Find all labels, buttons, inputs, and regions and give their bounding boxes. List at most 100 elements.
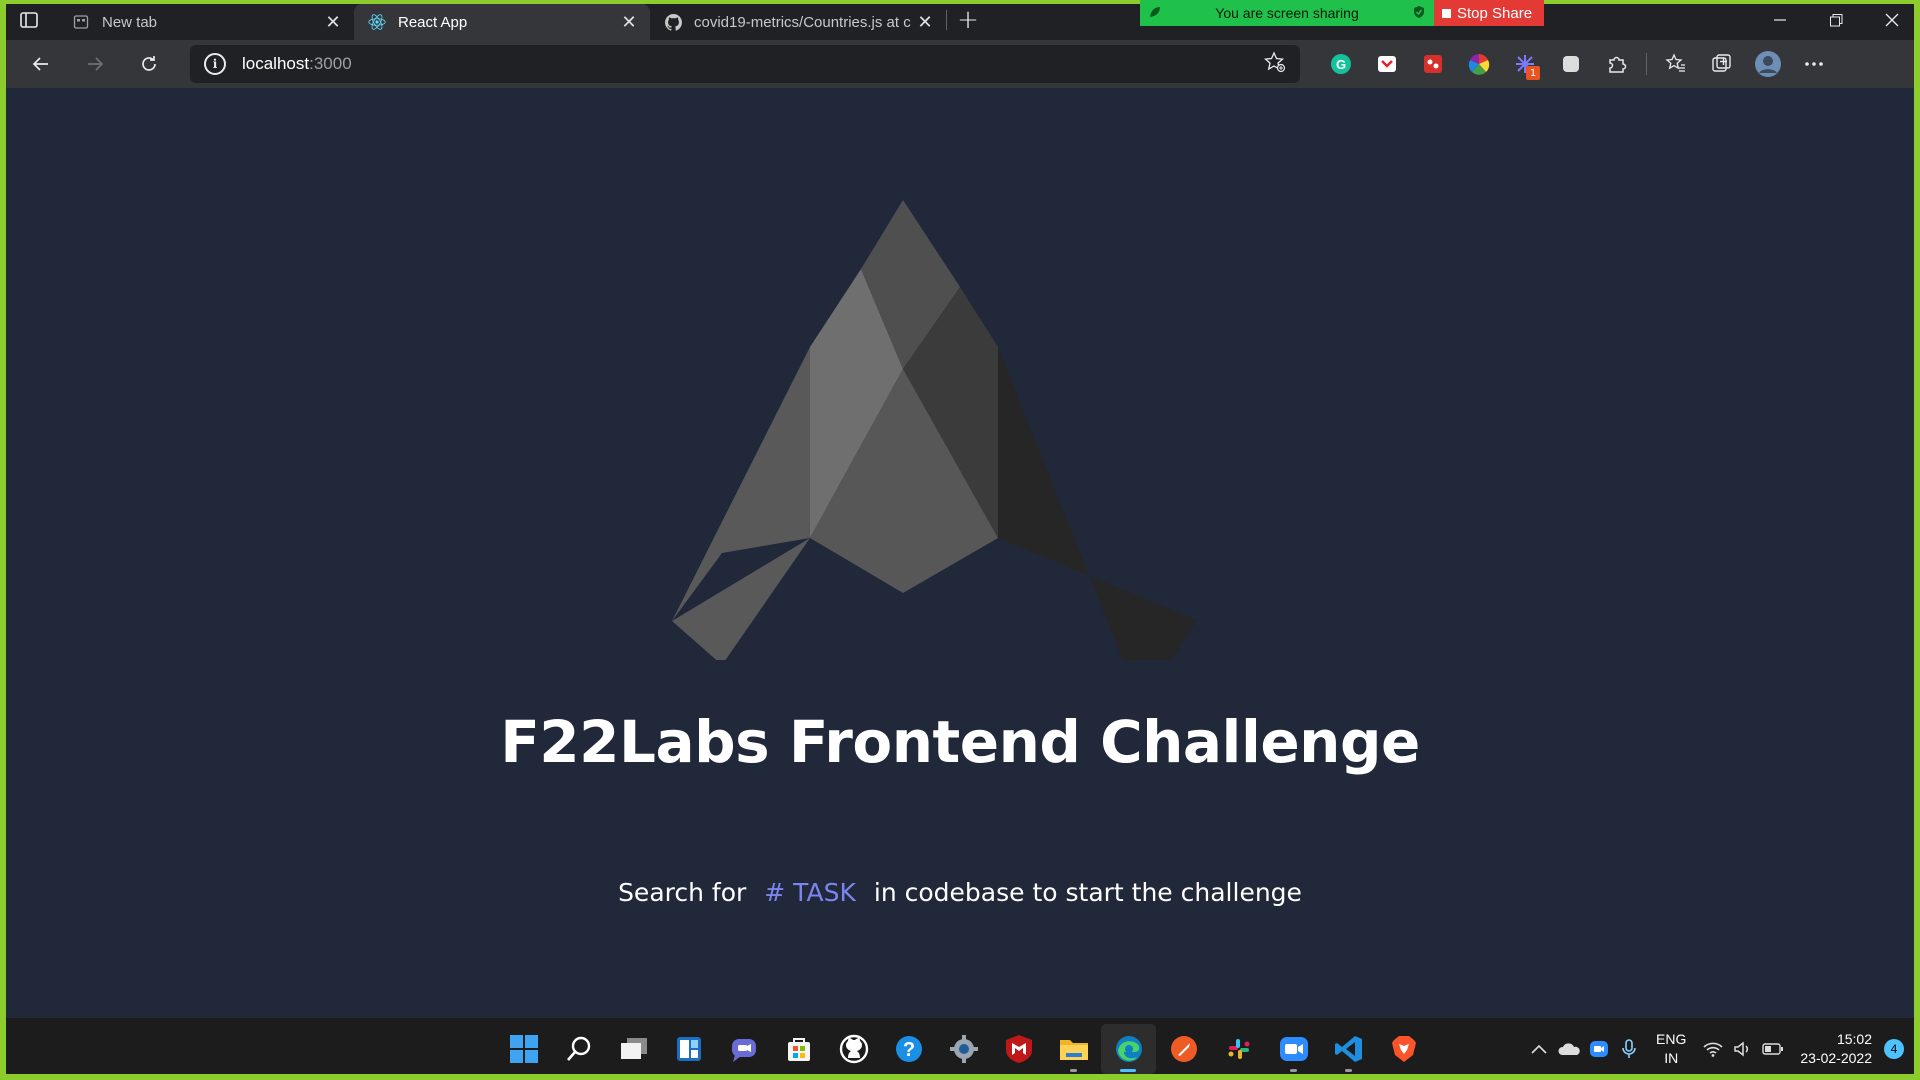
settings-icon[interactable] <box>936 1024 991 1074</box>
favorites-icon[interactable] <box>1653 44 1699 84</box>
f22labs-logo <box>672 200 1197 660</box>
svg-text:G: G <box>1336 57 1346 72</box>
screen-share-message: You are screen sharing <box>1215 5 1359 21</box>
stop-share-button[interactable]: Stop Share <box>1434 0 1544 26</box>
zoom-icon[interactable] <box>1266 1024 1321 1074</box>
site-info-icon[interactable]: i <box>204 53 226 75</box>
widgets-icon[interactable] <box>661 1024 716 1074</box>
brave-icon[interactable] <box>1376 1024 1431 1074</box>
refresh-button[interactable] <box>122 44 176 84</box>
chevron-up-icon[interactable] <box>1524 1034 1554 1064</box>
battery-icon[interactable] <box>1758 1034 1788 1064</box>
edge-icon[interactable] <box>1101 1024 1156 1074</box>
logo-facet <box>672 538 810 660</box>
postman-icon[interactable] <box>1156 1024 1211 1074</box>
page-title: F22Labs Frontend Challenge <box>500 708 1420 776</box>
github-icon <box>664 13 682 31</box>
forward-arrow-icon <box>88 57 104 71</box>
window-controls <box>1752 0 1920 40</box>
file-explorer-icon[interactable] <box>1046 1024 1101 1074</box>
minimize-icon[interactable] <box>1752 0 1808 40</box>
tab-actions-icon <box>20 12 38 28</box>
volume-icon[interactable] <box>1728 1034 1758 1064</box>
close-tab-icon[interactable]: ✕ <box>914 11 936 33</box>
system-tray: ENG IN 15:02 23-02-2022 4 <box>1524 1018 1920 1080</box>
subtitle-text-before: Search for <box>618 878 747 907</box>
pocket-icon[interactable] <box>1364 44 1410 84</box>
share-leaf-icon <box>1148 5 1162 22</box>
stop-share-label: Stop Share <box>1457 4 1533 22</box>
windows-taskbar: ? ENG IN 15:02 23-02-2022 4 <box>0 1018 1920 1080</box>
github-desktop-icon[interactable] <box>826 1024 881 1074</box>
teams-chat-icon[interactable] <box>716 1024 771 1074</box>
clock-time: 15:02 <box>1836 1031 1872 1047</box>
screen-share-status: You are screen sharing <box>1140 0 1434 26</box>
screen-share-banner: You are screen sharing Stop Share <box>1140 0 1544 26</box>
tab-react-app[interactable]: React App ✕ <box>354 4 650 40</box>
extension-with-badge-icon[interactable]: 1 <box>1502 44 1548 84</box>
tab-title: React App <box>398 13 468 31</box>
task-tag: # TASK <box>764 878 856 907</box>
vscode-icon[interactable] <box>1321 1024 1376 1074</box>
windows-start-icon[interactable] <box>496 1024 551 1074</box>
add-favorite-icon[interactable] <box>1263 50 1286 78</box>
running-indicator <box>1345 1069 1352 1072</box>
extensions-row: G 1 <box>1318 44 1837 84</box>
white-square-icon[interactable] <box>1548 44 1594 84</box>
slack-icon[interactable] <box>1211 1024 1266 1074</box>
collections-icon[interactable] <box>1699 44 1745 84</box>
refresh-icon <box>142 56 156 71</box>
browser-tab-strip: New tab ✕ React App ✕ covid19-metrics/Co… <box>0 0 1920 40</box>
toolbar-divider <box>1646 53 1647 75</box>
react-icon <box>368 13 386 31</box>
color-wheel-icon[interactable] <box>1456 44 1502 84</box>
tab-actions-button[interactable] <box>0 0 58 40</box>
react-app-page: F22Labs Frontend Challenge Search for # T… <box>6 88 1914 1018</box>
svg-text:?: ? <box>902 1039 914 1061</box>
address-bar[interactable]: i localhost:3000 <box>190 45 1300 83</box>
search-icon[interactable] <box>551 1024 606 1074</box>
region-code: IN <box>1664 1050 1679 1066</box>
tab-title: New tab <box>102 13 158 31</box>
help-icon[interactable]: ? <box>881 1024 936 1074</box>
clock-date: 23-02-2022 <box>1800 1050 1872 1066</box>
tab-new-tab[interactable]: New tab ✕ <box>58 4 354 40</box>
red-extension-icon[interactable] <box>1410 44 1456 84</box>
shield-check-icon <box>1412 5 1426 22</box>
microsoft-store-icon[interactable] <box>771 1024 826 1074</box>
grammarly-icon[interactable]: G <box>1318 44 1364 84</box>
close-tab-icon[interactable]: ✕ <box>322 11 344 33</box>
more-menu-icon[interactable] <box>1791 44 1837 84</box>
tab-github-countries[interactable]: covid19-metrics/Countries.js at c ✕ <box>650 4 946 40</box>
close-window-icon[interactable] <box>1864 0 1920 40</box>
clock[interactable]: 15:02 23-02-2022 <box>1800 1030 1872 1068</box>
running-indicator <box>1120 1069 1136 1072</box>
subtitle-text-after: in codebase to start the challenge <box>873 878 1302 907</box>
url-host: localhost <box>242 54 310 73</box>
running-indicator <box>1290 1069 1297 1072</box>
task-view-icon[interactable] <box>606 1024 661 1074</box>
running-indicator <box>1070 1069 1077 1072</box>
forward-button[interactable] <box>68 44 122 84</box>
taskbar-apps: ? <box>496 1024 1431 1074</box>
wifi-icon[interactable] <box>1698 1034 1728 1064</box>
puzzle-icon[interactable] <box>1594 44 1640 84</box>
logo-facet <box>998 347 1197 660</box>
language-indicator[interactable]: ENG IN <box>1656 1030 1686 1068</box>
stop-icon <box>1442 8 1451 18</box>
tab-title: covid19-metrics/Countries.js at c <box>694 13 911 31</box>
new-tab-button[interactable]: + <box>947 0 989 40</box>
notification-count-badge[interactable]: 4 <box>1884 1039 1904 1059</box>
restore-icon[interactable] <box>1808 0 1864 40</box>
microphone-icon[interactable] <box>1614 1034 1644 1064</box>
close-tab-icon[interactable]: ✕ <box>618 11 640 33</box>
zoom-tray-icon[interactable] <box>1584 1034 1614 1064</box>
back-button[interactable] <box>14 44 68 84</box>
browser-toolbar: i localhost:3000 G 1 <box>0 40 1920 88</box>
new-tab-page-icon <box>72 13 90 31</box>
extension-badge: 1 <box>1526 66 1540 80</box>
url-port: :3000 <box>309 54 352 73</box>
profile-avatar[interactable] <box>1745 44 1791 84</box>
mcafee-icon[interactable] <box>991 1024 1046 1074</box>
onedrive-icon[interactable] <box>1554 1034 1584 1064</box>
